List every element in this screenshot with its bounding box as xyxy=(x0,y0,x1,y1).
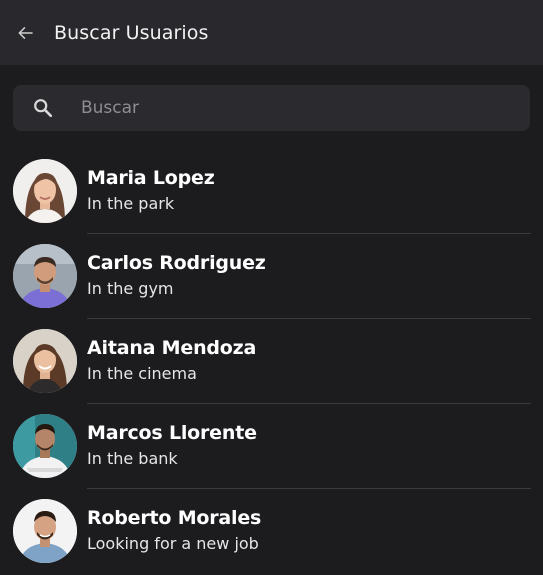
user-status: In the gym xyxy=(87,278,174,298)
user-status: In the cinema xyxy=(87,363,197,383)
user-list-item[interactable]: Carlos Rodriguez In the gym xyxy=(0,233,543,318)
arrow-left-icon xyxy=(18,26,33,39)
avatar xyxy=(13,328,77,393)
user-status: In the bank xyxy=(87,448,178,468)
avatar xyxy=(13,498,77,563)
user-list-item[interactable]: Aitana Mendoza In the cinema xyxy=(0,318,543,403)
user-list-item[interactable]: Roberto Morales Looking for a new job xyxy=(0,488,543,573)
search-bar[interactable] xyxy=(13,85,530,131)
user-status: In the park xyxy=(87,193,175,213)
user-name: Marcos Llorente xyxy=(87,421,257,444)
search-icon xyxy=(32,97,54,119)
avatar xyxy=(13,243,77,308)
app-bar: Buscar Usuarios xyxy=(0,0,543,65)
user-list: Maria Lopez In the park Carlos Rodriguez xyxy=(0,131,543,573)
app-root: Buscar Usuarios Buscar Maria Lopez In th… xyxy=(0,0,543,575)
user-name: Carlos Rodriguez xyxy=(87,251,266,274)
search-input[interactable] xyxy=(81,88,530,128)
user-name: Aitana Mendoza xyxy=(87,336,257,359)
search-container xyxy=(0,65,543,131)
avatar xyxy=(13,158,77,223)
user-name: Roberto Morales xyxy=(87,506,262,529)
user-name: Maria Lopez xyxy=(87,166,215,189)
avatar xyxy=(13,413,77,478)
user-list-item[interactable]: Maria Lopez In the park xyxy=(0,148,543,233)
page-title: Buscar Usuarios xyxy=(54,21,209,44)
user-list-item[interactable]: Marcos Llorente In the bank xyxy=(0,403,543,488)
user-status: Looking for a new job xyxy=(87,533,259,553)
back-button[interactable] xyxy=(14,22,36,44)
